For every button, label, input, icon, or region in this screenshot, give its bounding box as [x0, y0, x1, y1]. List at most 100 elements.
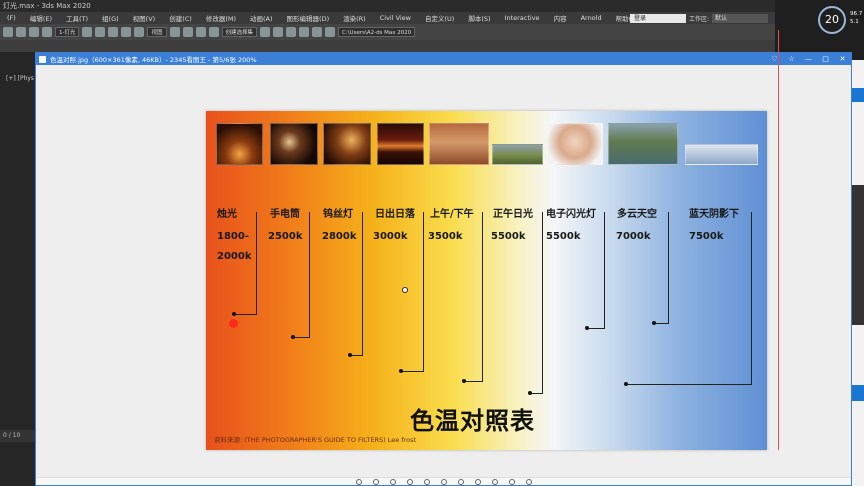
menu-edit[interactable]: 编辑(E) — [23, 13, 59, 23]
menu-tools[interactable]: 工具(T) — [59, 13, 95, 23]
rotate-left-icon[interactable] — [457, 478, 464, 485]
timeline-slider[interactable]: 0 / 10 — [0, 430, 35, 442]
menu-arnold[interactable]: Arnold — [574, 14, 609, 22]
category-label: 正午日光 — [493, 209, 533, 220]
rotate-right-icon[interactable] — [474, 478, 481, 485]
mouse-cursor — [402, 287, 408, 293]
red-guide-line — [778, 30, 779, 450]
menu-view[interactable]: 视图(V) — [126, 13, 163, 23]
leader-dot — [652, 321, 656, 325]
leader-line — [423, 212, 424, 372]
leader-dot — [528, 391, 532, 395]
link-icon[interactable] — [29, 27, 39, 37]
menu-scripting[interactable]: 脚本(S) — [461, 13, 497, 23]
photo-blue-mountain — [685, 144, 758, 165]
max-window-title: 灯光.max - 3ds Max 2020 — [0, 0, 775, 12]
undo-icon[interactable] — [3, 27, 13, 37]
edit-icon[interactable] — [508, 478, 515, 485]
leader-line — [542, 212, 543, 394]
zoom-out-icon[interactable] — [372, 478, 379, 485]
prev-icon[interactable] — [423, 478, 430, 485]
photo-candle — [216, 123, 263, 165]
leader-dot — [624, 382, 628, 386]
render-icon[interactable] — [325, 27, 336, 37]
photo-building — [429, 123, 489, 165]
leader-dot — [291, 335, 295, 339]
unlink-icon[interactable] — [42, 27, 52, 37]
leader-dot — [399, 369, 403, 373]
leader-line — [668, 212, 669, 324]
more-icon[interactable] — [525, 478, 532, 485]
menu-modifiers[interactable]: 修改器(M) — [199, 13, 243, 23]
leader-line — [626, 384, 751, 385]
coordinate-select[interactable]: 视图 — [147, 27, 167, 37]
skin-icon[interactable]: ☆ — [787, 53, 796, 65]
snap-icon[interactable] — [182, 27, 193, 37]
temperature-value: 3500k — [428, 231, 463, 242]
background-window-button[interactable] — [852, 88, 864, 102]
select-region-icon[interactable] — [95, 27, 106, 37]
leader-line — [751, 212, 752, 385]
temperature-value: 7000k — [616, 231, 651, 242]
angle-snap-icon[interactable] — [195, 27, 206, 37]
menu-civil-view[interactable]: Civil View — [373, 14, 418, 22]
select-icon[interactable] — [82, 27, 93, 37]
zoom-in-icon[interactable] — [355, 478, 362, 485]
selection-set-select[interactable]: 创建选择集 — [221, 27, 258, 37]
max-ribbon — [0, 40, 775, 52]
viewer-title: 色温对照.jpg（600×361像素, 46KB）- 2345看图王 - 第5/… — [50, 56, 257, 64]
menu-graph-editors[interactable]: 图形编辑器(D) — [280, 13, 337, 23]
temperature-value: 2000k — [217, 251, 252, 262]
viewport-label[interactable]: [+] [Phys — [6, 75, 34, 82]
render-setup-icon[interactable] — [312, 27, 323, 37]
pivot-icon[interactable] — [169, 27, 180, 37]
delete-icon[interactable] — [491, 478, 498, 485]
viewer-titlebar[interactable]: 色温对照.jpg（600×361像素, 46KB）- 2345看图王 - 第5/… — [36, 53, 851, 65]
next-icon[interactable] — [440, 478, 447, 485]
leader-dot — [348, 353, 352, 357]
close-button[interactable]: ✕ — [838, 53, 847, 65]
fit-icon[interactable] — [406, 478, 413, 485]
align-icon[interactable] — [273, 27, 284, 37]
percent-snap-icon[interactable] — [208, 27, 219, 37]
layer-select[interactable]: 1-灯光 — [55, 27, 80, 37]
project-path[interactable]: C:\Users\A2-ds Max 2020 — [338, 27, 416, 37]
minimize-button[interactable]: — — [804, 53, 813, 65]
photo-tungsten-lamp — [323, 123, 371, 165]
workspace-select[interactable]: 默认 — [712, 14, 768, 23]
background-window-button-2[interactable] — [852, 385, 864, 401]
layer-manager-icon[interactable] — [286, 27, 297, 37]
temperature-value: 2800k — [322, 231, 357, 242]
scale-icon[interactable] — [134, 27, 145, 37]
category-label: 烛光 — [217, 209, 237, 220]
actual-size-icon[interactable] — [389, 478, 396, 485]
mirror-icon[interactable] — [260, 27, 271, 37]
menu-content[interactable]: 内容 — [547, 13, 574, 23]
system-monitor-circle[interactable]: 20 — [818, 6, 846, 34]
category-label: 上午/下午 — [430, 209, 474, 220]
rotate-icon[interactable] — [121, 27, 132, 37]
menu-rendering[interactable]: 渲染(R) — [336, 13, 373, 23]
category-label: 多云天空 — [617, 209, 657, 220]
login-dropdown[interactable]: 登录 — [630, 14, 686, 23]
cursor-highlight — [229, 319, 238, 328]
redo-icon[interactable] — [16, 27, 26, 37]
menu-file[interactable]: (F) — [0, 14, 23, 22]
category-label: 电子闪光灯 — [546, 209, 596, 220]
move-icon[interactable] — [108, 27, 119, 37]
max-viewport[interactable] — [0, 52, 35, 486]
menu-interactive[interactable]: Interactive — [498, 14, 547, 22]
max-main-toolbar: 1-灯光 视图 创建选择集 C:\Users\A2-ds Max 2020 — [0, 24, 775, 40]
menu-customize[interactable]: 自定义(U) — [418, 13, 461, 23]
chart-title: 色温对照表 — [410, 407, 535, 435]
menu-create[interactable]: 创建(C) — [162, 13, 199, 23]
leader-dot — [585, 326, 589, 330]
menu-animation[interactable]: 动画(A) — [243, 13, 280, 23]
workspace-label: 工作区: — [689, 16, 710, 23]
menu-group[interactable]: 组(G) — [95, 13, 126, 23]
maximize-button[interactable]: □ — [821, 53, 830, 65]
leader-line — [256, 212, 257, 315]
material-editor-icon[interactable] — [299, 27, 310, 37]
leader-line — [654, 323, 668, 324]
stat-download: 5.1 — [850, 19, 859, 25]
